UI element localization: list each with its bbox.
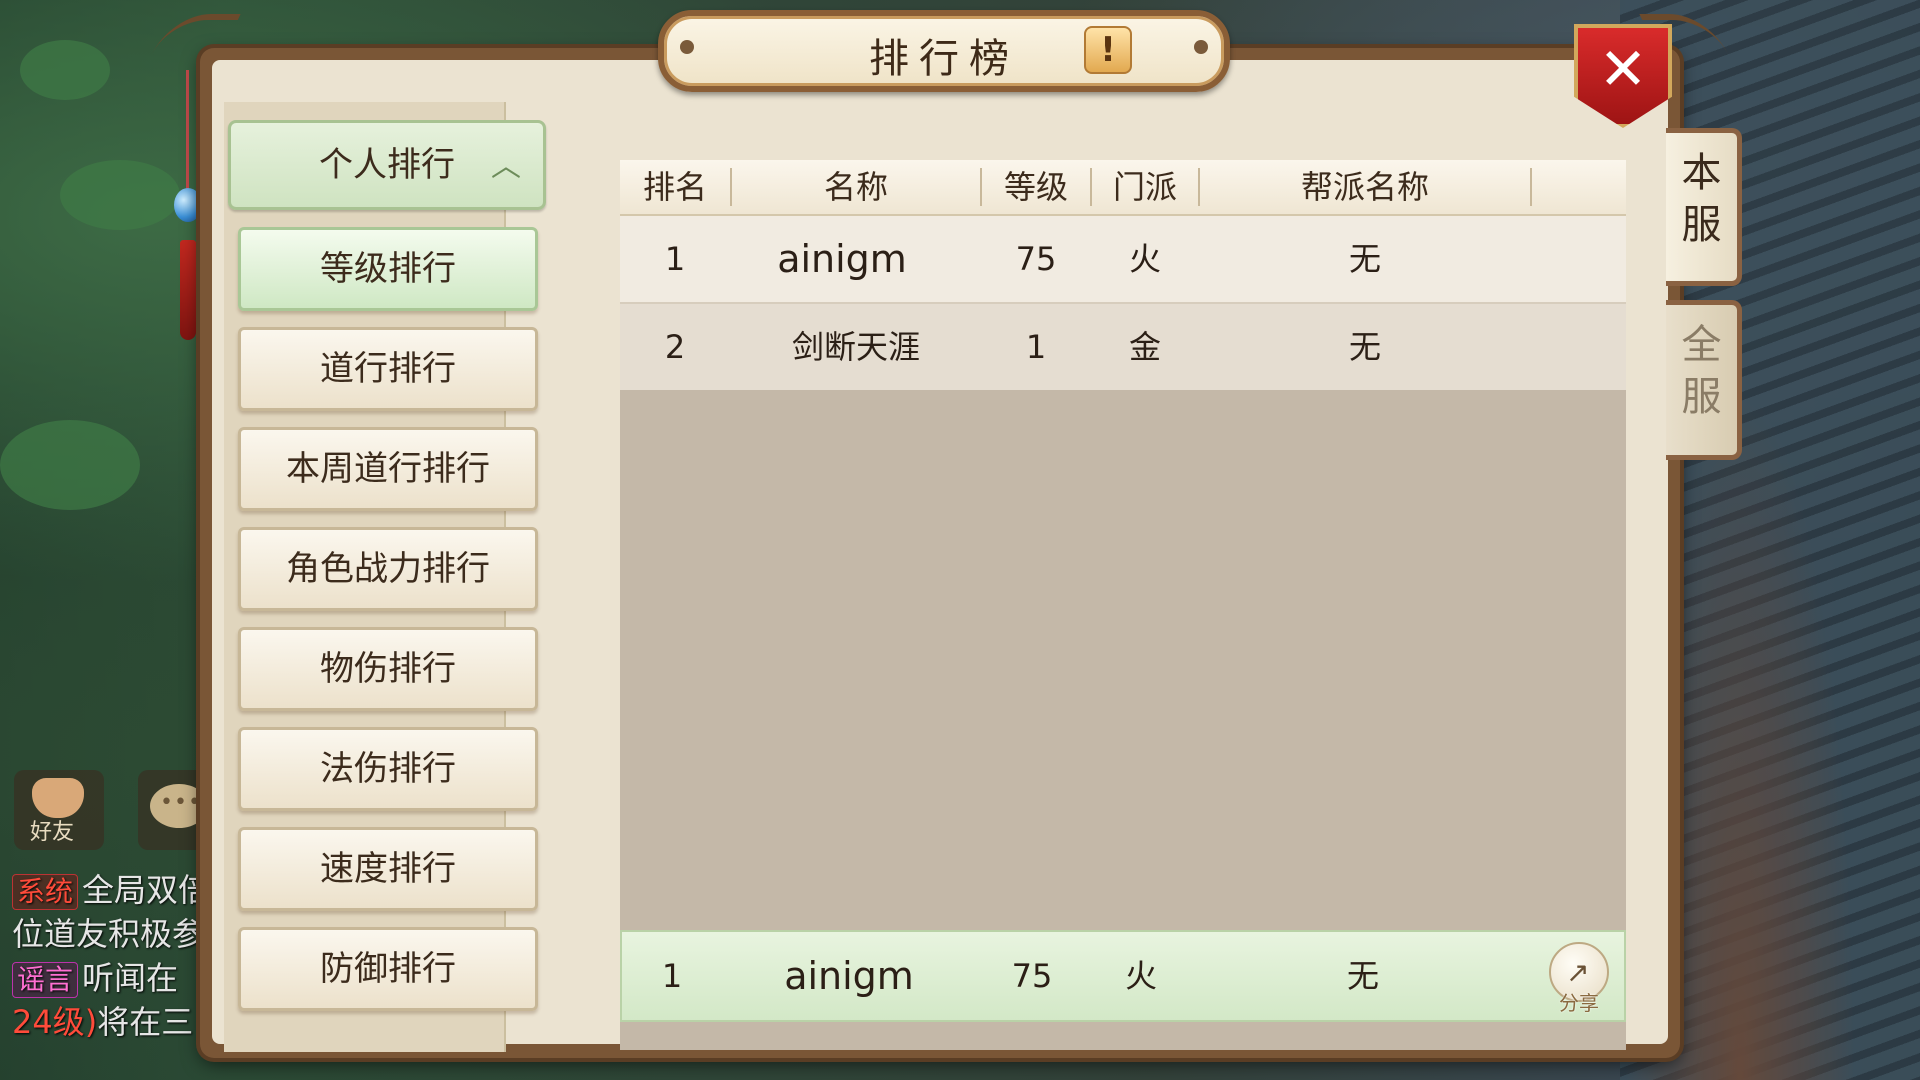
my-rank-cell: 1 (661, 957, 683, 995)
name-cell: ainigm (777, 237, 907, 281)
chat-shortcuts: 好友 (10, 770, 228, 860)
chat-log[interactable]: 系统 全局双倍 位道友积极参 谣言 听闻在 24级)将在三 (12, 868, 212, 1044)
system-tag: 系统 (12, 874, 79, 910)
chat-text: 位道友积极参 (12, 915, 205, 953)
jade-pendant-ornament (172, 70, 202, 340)
menu-group-label: 个人排行 (319, 145, 455, 185)
handshake-icon (32, 778, 84, 818)
chat-text: 听闻在 (82, 959, 179, 997)
my-level-cell: 75 (1011, 957, 1053, 995)
menu-item-combat-power[interactable]: 角色战力排行 (238, 527, 538, 611)
column-header-rank: 排名 (642, 168, 707, 206)
panel-title: 排行榜 (869, 36, 1019, 82)
menu-item-physical-damage[interactable]: 物伤排行 (238, 627, 538, 711)
sect-cell: 火 (1128, 240, 1161, 278)
info-icon[interactable]: ! (1084, 26, 1132, 74)
title-plaque: 排行榜 ! (658, 10, 1230, 92)
chat-level: 24级) (12, 1003, 98, 1041)
share-label: 分享 (1559, 991, 1599, 1015)
category-menu: 个人排行 ︿ 等级排行 道行排行 本周道行排行 角色战力排行 物伤排行 法伤排行… (224, 102, 546, 1052)
column-header-name: 名称 (823, 168, 888, 206)
panel-body: 个人排行 ︿ 等级排行 道行排行 本周道行排行 角色战力排行 物伤排行 法伤排行… (212, 60, 1668, 1052)
leaderboard-panel: 个人排行 ︿ 等级排行 道行排行 本周道行排行 角色战力排行 物伤排行 法伤排行… (149, 10, 1742, 1058)
chat-line: 系统 全局双倍 (12, 868, 212, 912)
chat-line: 24级)将在三 (12, 1000, 212, 1044)
menu-item-defense[interactable]: 防御排行 (238, 927, 538, 1011)
column-header-sect: 门派 (1112, 168, 1177, 206)
chevron-up-icon: ︿ (491, 149, 521, 184)
menu-item-daoheng[interactable]: 道行排行 (238, 327, 538, 411)
menu-item-level[interactable]: 等级排行 (238, 227, 538, 311)
sect-cell: 金 (1128, 328, 1161, 366)
rank-cell: 2 (664, 328, 686, 366)
guild-cell: 无 (1348, 328, 1381, 366)
friends-label: 好友 (30, 820, 75, 845)
guild-cell: 无 (1348, 240, 1381, 278)
my-name-cell: ainigm (784, 954, 914, 998)
chat-text: 全局双倍 (82, 871, 211, 909)
menu-item-magic-damage[interactable]: 法伤排行 (238, 727, 538, 811)
column-header-level: 等级 (1003, 168, 1068, 206)
tab-local-server[interactable]: 本服 (1666, 128, 1742, 286)
menu-item-speed[interactable]: 速度排行 (238, 827, 538, 911)
menu-group-personal[interactable]: 个人排行 ︿ (228, 120, 546, 210)
chat-text: 将在三 (97, 1003, 194, 1041)
table-header: 排名 名称 等级 门派 帮派名称 (620, 160, 1626, 216)
close-icon: ✕ (1598, 35, 1648, 103)
lotus-leaf (20, 40, 110, 100)
lotus-leaf (60, 160, 180, 230)
table-row[interactable]: 1 ainigm 75 火 无 (620, 216, 1626, 304)
level-cell: 75 (1015, 240, 1057, 278)
my-sect-cell: 火 (1124, 957, 1157, 995)
rumor-tag: 谣言 (12, 962, 79, 998)
chat-line: 谣言 听闻在 (12, 956, 212, 1000)
level-cell: 1 (1025, 328, 1047, 366)
my-guild-cell: 无 (1346, 957, 1379, 995)
tab-all-servers[interactable]: 全服 (1666, 300, 1742, 460)
friends-button[interactable]: 好友 (14, 770, 104, 850)
my-rank-row: 1 ainigm 75 火 无 ↗ 分享 (620, 930, 1626, 1022)
column-header-guild: 帮派名称 (1300, 168, 1429, 206)
chat-line: 位道友积极参 (12, 912, 212, 956)
name-cell: 剑断天涯 (791, 328, 920, 366)
lotus-leaf (0, 420, 140, 510)
share-button[interactable]: ↗ 分享 (1548, 942, 1610, 1015)
rank-cell: 1 (664, 240, 686, 278)
menu-item-weekly-daoheng[interactable]: 本周道行排行 (238, 427, 538, 511)
ranking-table: 排名 名称 等级 门派 帮派名称 1 ainigm 75 火 无 2 剑断天涯 … (620, 160, 1626, 1050)
table-row[interactable]: 2 剑断天涯 1 金 无 (620, 304, 1626, 390)
